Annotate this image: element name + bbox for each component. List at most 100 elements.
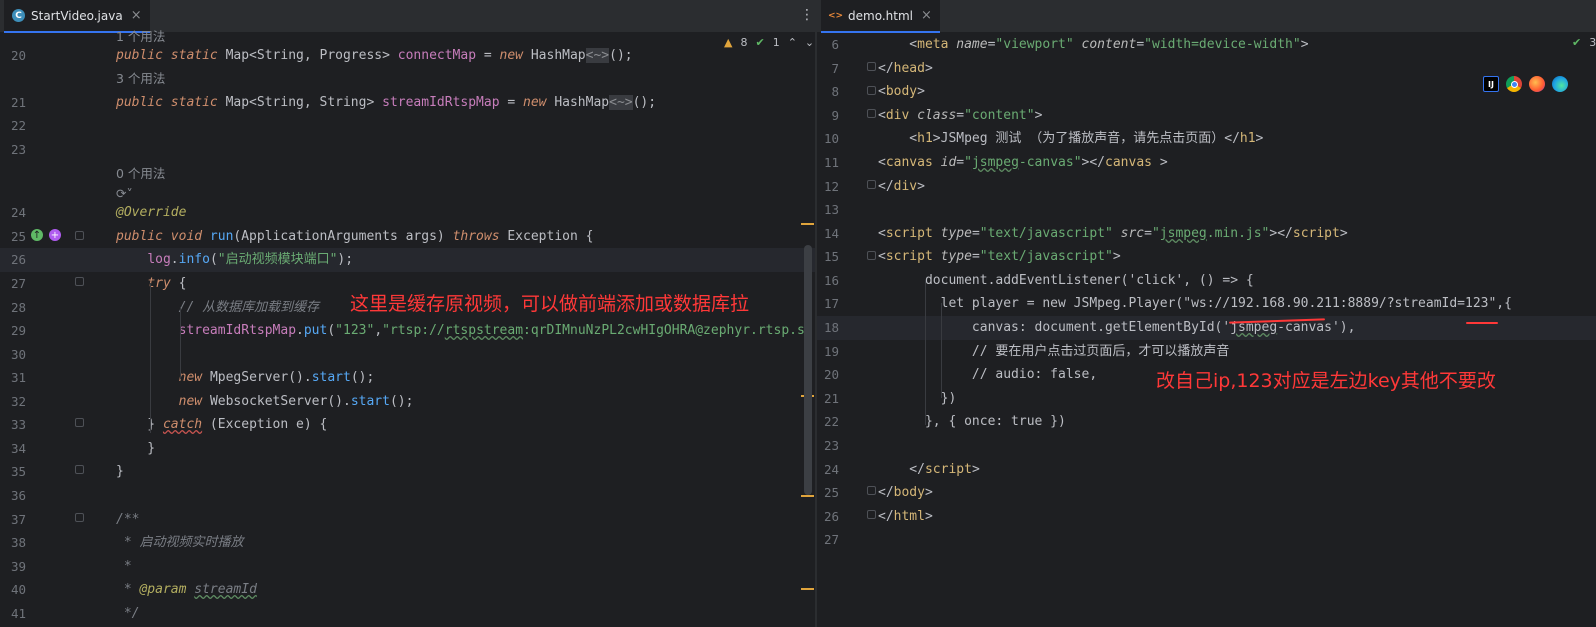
line-number: 40 bbox=[10, 582, 26, 597]
inlay-usage-hint[interactable]: 3 个用法 bbox=[0, 67, 815, 91]
indent-guide bbox=[180, 307, 181, 379]
code-line[interactable]: 30 bbox=[0, 343, 815, 367]
tab-demo-html[interactable]: <> demo.html × bbox=[821, 0, 940, 33]
line-number: 28 bbox=[10, 300, 26, 315]
code-text: } bbox=[116, 441, 156, 456]
code-line[interactable]: 11 <canvas id="jsmpeg-canvas"></canvas > bbox=[817, 151, 1596, 175]
fold-marker-icon[interactable] bbox=[75, 465, 84, 474]
fold-marker-icon[interactable] bbox=[867, 86, 876, 95]
scroll-marker bbox=[801, 495, 814, 497]
code-line[interactable]: 26 log.info("启动视频模块端口"); bbox=[0, 248, 815, 272]
code-line[interactable]: 27 bbox=[817, 528, 1596, 552]
code-line[interactable]: 23 bbox=[817, 434, 1596, 458]
fold-marker-icon[interactable] bbox=[867, 251, 876, 260]
red-annotation-text: 这里是缓存原视频，可以做前端添加或数据库拉 bbox=[350, 293, 750, 315]
line-number: 24 bbox=[10, 205, 26, 220]
fold-marker-icon[interactable] bbox=[867, 109, 876, 118]
line-number: 27 bbox=[823, 532, 839, 547]
line-number: 26 bbox=[10, 252, 26, 267]
code-line[interactable]: 31 new MpegServer().start(); bbox=[0, 366, 815, 390]
line-number: 25 bbox=[823, 485, 839, 500]
code-text: <canvas id="jsmpeg-canvas"></canvas > bbox=[878, 155, 1168, 170]
code-line[interactable]: 14 <script type="text/javascript" src="js… bbox=[817, 222, 1596, 246]
line-number: 23 bbox=[10, 142, 26, 157]
fold-marker-icon[interactable] bbox=[867, 180, 876, 189]
line-number: 31 bbox=[10, 370, 26, 385]
code-line[interactable]: 20 public static Map<String, Progress> co… bbox=[0, 44, 815, 68]
code-line[interactable]: 22 }, { once: true }) bbox=[817, 410, 1596, 434]
code-line[interactable]: 10 <h1>JSMpeg 测试 （为了播放声音，请先点击页面）</h1> bbox=[817, 127, 1596, 151]
code-line[interactable]: 22 bbox=[0, 114, 815, 138]
code-line[interactable]: 25 </body> bbox=[817, 481, 1596, 505]
code-text: <h1>JSMpeg 测试 （为了播放声音，请先点击页面）</h1> bbox=[878, 131, 1264, 146]
indent-guide bbox=[150, 283, 151, 433]
fold-marker-icon[interactable] bbox=[75, 418, 84, 427]
code-line[interactable]: 16 document.addEventListener('click', ()… bbox=[817, 269, 1596, 293]
code-text: } catch (Exception e) { bbox=[116, 417, 328, 432]
close-icon[interactable]: × bbox=[921, 8, 932, 23]
implements-method-icon[interactable]: ↑ bbox=[31, 229, 43, 241]
code-text: </head> bbox=[878, 61, 933, 76]
code-line[interactable]: 35} bbox=[0, 460, 815, 484]
code-text: // 要在用户点击过页面后，才可以播放声音 bbox=[878, 344, 1230, 359]
line-number: 41 bbox=[10, 606, 26, 621]
code-line[interactable]: 24 @Override bbox=[0, 201, 815, 225]
code-line[interactable]: 19 // 要在用户点击过页面后，才可以播放声音 bbox=[817, 340, 1596, 364]
code-line[interactable]: 15 <script type="text/javascript"> bbox=[817, 245, 1596, 269]
html-file-icon: <> bbox=[827, 10, 844, 21]
fold-marker-icon[interactable] bbox=[75, 277, 84, 286]
code-text: * bbox=[116, 559, 132, 574]
fold-marker-icon[interactable] bbox=[867, 510, 876, 519]
code-line[interactable]: 7 </head> bbox=[817, 57, 1596, 81]
code-line[interactable]: 36 bbox=[0, 484, 815, 508]
code-line[interactable]: 40 * @param streamId bbox=[0, 578, 815, 602]
fold-marker-icon[interactable] bbox=[867, 486, 876, 495]
code-text: // audio: false, bbox=[878, 367, 1098, 382]
tab-menu-icon[interactable]: ⋮ bbox=[800, 7, 814, 23]
line-number: 39 bbox=[10, 559, 26, 574]
code-line[interactable]: 26 </html> bbox=[817, 505, 1596, 529]
code-line[interactable]: 9 <div class="content"> bbox=[817, 104, 1596, 128]
code-line[interactable]: 24 </script> bbox=[817, 458, 1596, 482]
code-line[interactable]: 6 <meta name="viewport" content="width=d… bbox=[817, 33, 1596, 57]
run-gutter-icon[interactable]: + bbox=[49, 229, 61, 241]
red-annotation-text: 改自己ip,123对应是左边key其他不要改 bbox=[1156, 370, 1496, 392]
line-number: 6 bbox=[831, 37, 839, 52]
code-text: * 启动视频实时播放 bbox=[116, 535, 244, 550]
code-line[interactable]: 41 */ bbox=[0, 602, 815, 626]
code-line[interactable]: 32 new WebsocketServer().start(); bbox=[0, 390, 815, 414]
code-line[interactable]: 25 public void run(ApplicationArguments a… bbox=[0, 225, 815, 249]
line-number: 17 bbox=[823, 296, 839, 311]
code-line[interactable]: 13 bbox=[817, 198, 1596, 222]
code-line[interactable]: 17 let player = new JSMpeg.Player("ws://… bbox=[817, 292, 1596, 316]
vertical-scrollbar[interactable] bbox=[804, 245, 812, 495]
code-line[interactable]: 12 </div> bbox=[817, 175, 1596, 199]
code-line[interactable]: 38 * 启动视频实时播放 bbox=[0, 531, 815, 555]
line-number: 18 bbox=[823, 320, 839, 335]
code-line[interactable]: 21 public static Map<String, String> stre… bbox=[0, 91, 815, 115]
line-number: 15 bbox=[823, 249, 839, 264]
fold-marker-icon[interactable] bbox=[75, 513, 84, 522]
right-editor-pane: <> demo.html × ✔ 3 IJ 6 <meta name="view… bbox=[817, 0, 1596, 627]
line-number: 19 bbox=[823, 344, 839, 359]
code-line[interactable]: 18 canvas: document.getElementById('jsmp… bbox=[817, 316, 1596, 340]
line-number: 27 bbox=[10, 276, 26, 291]
fold-marker-icon[interactable] bbox=[867, 62, 876, 71]
fold-marker-icon[interactable] bbox=[75, 231, 84, 240]
scroll-marker bbox=[801, 223, 814, 225]
code-line[interactable]: 8 <body> bbox=[817, 80, 1596, 104]
code-line[interactable]: 39 * bbox=[0, 555, 815, 579]
code-text: </script> bbox=[878, 462, 980, 477]
line-number: 37 bbox=[10, 512, 26, 527]
tab-label: demo.html bbox=[848, 8, 913, 23]
code-text: @Override bbox=[116, 205, 187, 220]
code-line[interactable]: 33 } catch (Exception e) { bbox=[0, 413, 815, 437]
close-icon[interactable]: × bbox=[131, 8, 142, 23]
code-line[interactable]: 23 bbox=[0, 138, 815, 162]
code-line[interactable]: 34 } bbox=[0, 437, 815, 461]
code-line[interactable]: 29 streamIdRtspMap.put("123","rtsp://rts… bbox=[0, 319, 815, 343]
line-number: 13 bbox=[823, 202, 839, 217]
code-line[interactable]: 37 /** bbox=[0, 508, 815, 532]
line-number: 14 bbox=[823, 226, 839, 241]
line-number: 32 bbox=[10, 394, 26, 409]
